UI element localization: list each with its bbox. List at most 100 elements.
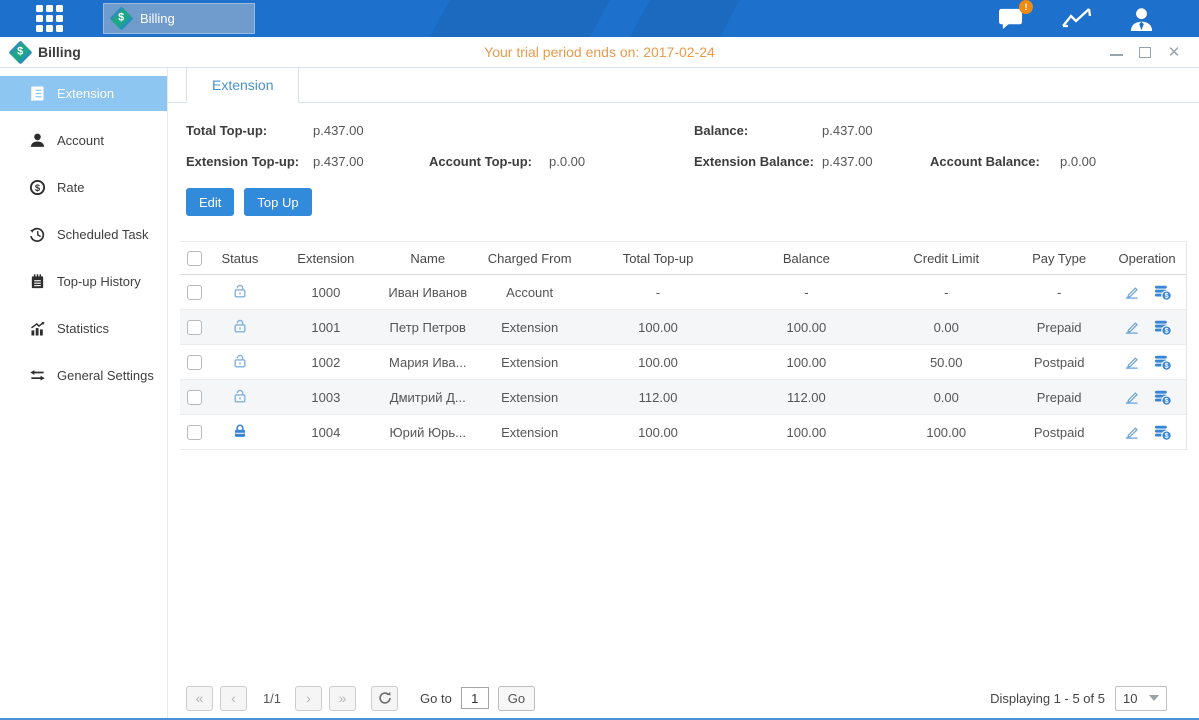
- column-header-extension: Extension: [270, 251, 382, 266]
- account-topup-value: p.0.00: [549, 154, 585, 169]
- extension-cell: 1000: [270, 285, 382, 300]
- total-topup-cell: -: [586, 285, 731, 300]
- svg-text:$: $: [1164, 362, 1168, 370]
- sidebar-item-account[interactable]: Account: [0, 123, 167, 158]
- extension-balance-value: p.437.00: [822, 154, 873, 169]
- row-checkbox[interactable]: [187, 425, 202, 440]
- notepad-icon: [29, 273, 46, 290]
- column-header-credit-limit: Credit Limit: [882, 251, 1010, 266]
- pay-type-cell: Prepaid: [1010, 390, 1108, 405]
- contacts-book-icon: [29, 85, 46, 102]
- balance-label: Balance:: [694, 123, 748, 138]
- balance-cell: -: [730, 285, 882, 300]
- balance-cell: 100.00: [730, 320, 882, 335]
- go-button[interactable]: Go: [498, 686, 535, 711]
- credit-limit-cell: 100.00: [882, 425, 1010, 440]
- edit-row-icon[interactable]: [1123, 319, 1140, 335]
- column-header-name: Name: [382, 251, 474, 266]
- sidebar-item-general-settings[interactable]: General Settings: [0, 358, 167, 393]
- sidebar-item-label: Top-up History: [57, 274, 141, 289]
- topbar: $ Billing !: [0, 0, 1199, 37]
- svg-text:$: $: [35, 183, 41, 194]
- messages-icon[interactable]: !: [998, 6, 1025, 31]
- pagination-bar: « ‹ 1/1 › » Go to Go Displaying 1 - 5 of…: [168, 678, 1199, 718]
- sidebar-item-label: Scheduled Task: [57, 227, 149, 242]
- pay-type-cell: Prepaid: [1010, 320, 1108, 335]
- topbar-decoration: [430, 0, 610, 37]
- table-row: 1002 Мария Ива... Extension 100.00 100.0…: [180, 345, 1186, 380]
- next-page-button[interactable]: ›: [295, 686, 322, 711]
- pay-type-cell: -: [1010, 285, 1108, 300]
- user-icon[interactable]: [1128, 6, 1155, 32]
- prev-page-button[interactable]: ‹: [220, 686, 247, 711]
- balance-value: p.437.00: [822, 123, 873, 138]
- top-up-row-icon[interactable]: $: [1153, 389, 1172, 406]
- sidebar-item-scheduled-task[interactable]: Scheduled Task: [0, 217, 167, 252]
- close-button[interactable]: ✕: [1167, 45, 1181, 59]
- table-body: 1000 Иван Иванов Account - - - - $: [180, 275, 1186, 450]
- svg-text:$: $: [1164, 432, 1168, 440]
- sidebar-item-rate[interactable]: $ Rate: [0, 170, 167, 205]
- edit-row-icon[interactable]: [1123, 389, 1140, 405]
- top-up-row-icon[interactable]: $: [1153, 319, 1172, 336]
- sidebar-item-topup-history[interactable]: Top-up History: [0, 264, 167, 299]
- column-header-status: Status: [210, 251, 270, 266]
- row-checkbox[interactable]: [187, 390, 202, 405]
- lock-closed-icon[interactable]: [232, 423, 248, 442]
- lock-open-icon[interactable]: [232, 353, 248, 372]
- extension-cell: 1002: [270, 355, 382, 370]
- top-up-row-icon[interactable]: $: [1153, 284, 1172, 301]
- balance-cell: 100.00: [730, 355, 882, 370]
- column-header-pay-type: Pay Type: [1010, 251, 1108, 266]
- topbar-app-tab-billing[interactable]: $ Billing: [103, 3, 255, 34]
- topbar-app-tab-label: Billing: [140, 11, 175, 26]
- edit-row-icon[interactable]: [1123, 354, 1140, 370]
- lock-open-icon[interactable]: [232, 318, 248, 337]
- sidebar-item-extension[interactable]: Extension: [0, 76, 167, 111]
- topbar-decoration: [630, 0, 740, 37]
- sidebar-item-label: Account: [57, 133, 104, 148]
- lock-open-icon[interactable]: [232, 283, 248, 302]
- summary-section: Total Top-up: p.437.00 Balance: p.437.00…: [168, 103, 1199, 183]
- exchange-arrows-icon: [29, 367, 46, 384]
- total-topup-label: Total Top-up:: [186, 123, 267, 138]
- tab-extension[interactable]: Extension: [186, 68, 299, 103]
- lock-open-icon[interactable]: [232, 388, 248, 407]
- pay-type-cell: Postpaid: [1010, 355, 1108, 370]
- edit-row-icon[interactable]: [1123, 424, 1140, 440]
- reports-icon[interactable]: [1061, 6, 1092, 31]
- page-size-select[interactable]: 10: [1115, 686, 1167, 711]
- extension-balance-label: Extension Balance:: [694, 154, 814, 169]
- top-up-row-icon[interactable]: $: [1153, 354, 1172, 371]
- row-checkbox[interactable]: [187, 285, 202, 300]
- goto-label: Go to: [420, 691, 452, 706]
- extension-topup-label: Extension Top-up:: [186, 154, 299, 169]
- goto-page-input[interactable]: [461, 687, 489, 709]
- last-page-button[interactable]: »: [329, 686, 356, 711]
- refresh-button[interactable]: [371, 686, 398, 711]
- sidebar-item-statistics[interactable]: Statistics: [0, 311, 167, 346]
- total-topup-cell: 112.00: [586, 390, 731, 405]
- top-up-button[interactable]: Top Up: [244, 188, 311, 216]
- total-topup-cell: 100.00: [586, 355, 731, 370]
- row-checkbox[interactable]: [187, 320, 202, 335]
- edit-row-icon[interactable]: [1123, 284, 1140, 300]
- credit-limit-cell: -: [882, 285, 1010, 300]
- charged-from-cell: Account: [474, 285, 586, 300]
- select-all-checkbox[interactable]: [187, 251, 202, 266]
- app-grid-icon[interactable]: [36, 5, 63, 32]
- svg-text:$: $: [1164, 397, 1168, 405]
- extension-cell: 1003: [270, 390, 382, 405]
- name-cell: Юрий Юрь...: [382, 425, 474, 440]
- sidebar-item-label: Statistics: [57, 321, 109, 336]
- edit-button[interactable]: Edit: [186, 188, 234, 216]
- first-page-button[interactable]: «: [186, 686, 213, 711]
- column-header-total-topup: Total Top-up: [586, 251, 731, 266]
- extension-cell: 1004: [270, 425, 382, 440]
- column-header-balance: Balance: [730, 251, 882, 266]
- minimize-button[interactable]: [1109, 45, 1123, 59]
- main-panel: Extension Total Top-up: p.437.00 Balance…: [168, 68, 1199, 718]
- maximize-button[interactable]: [1138, 45, 1152, 59]
- row-checkbox[interactable]: [187, 355, 202, 370]
- top-up-row-icon[interactable]: $: [1153, 424, 1172, 441]
